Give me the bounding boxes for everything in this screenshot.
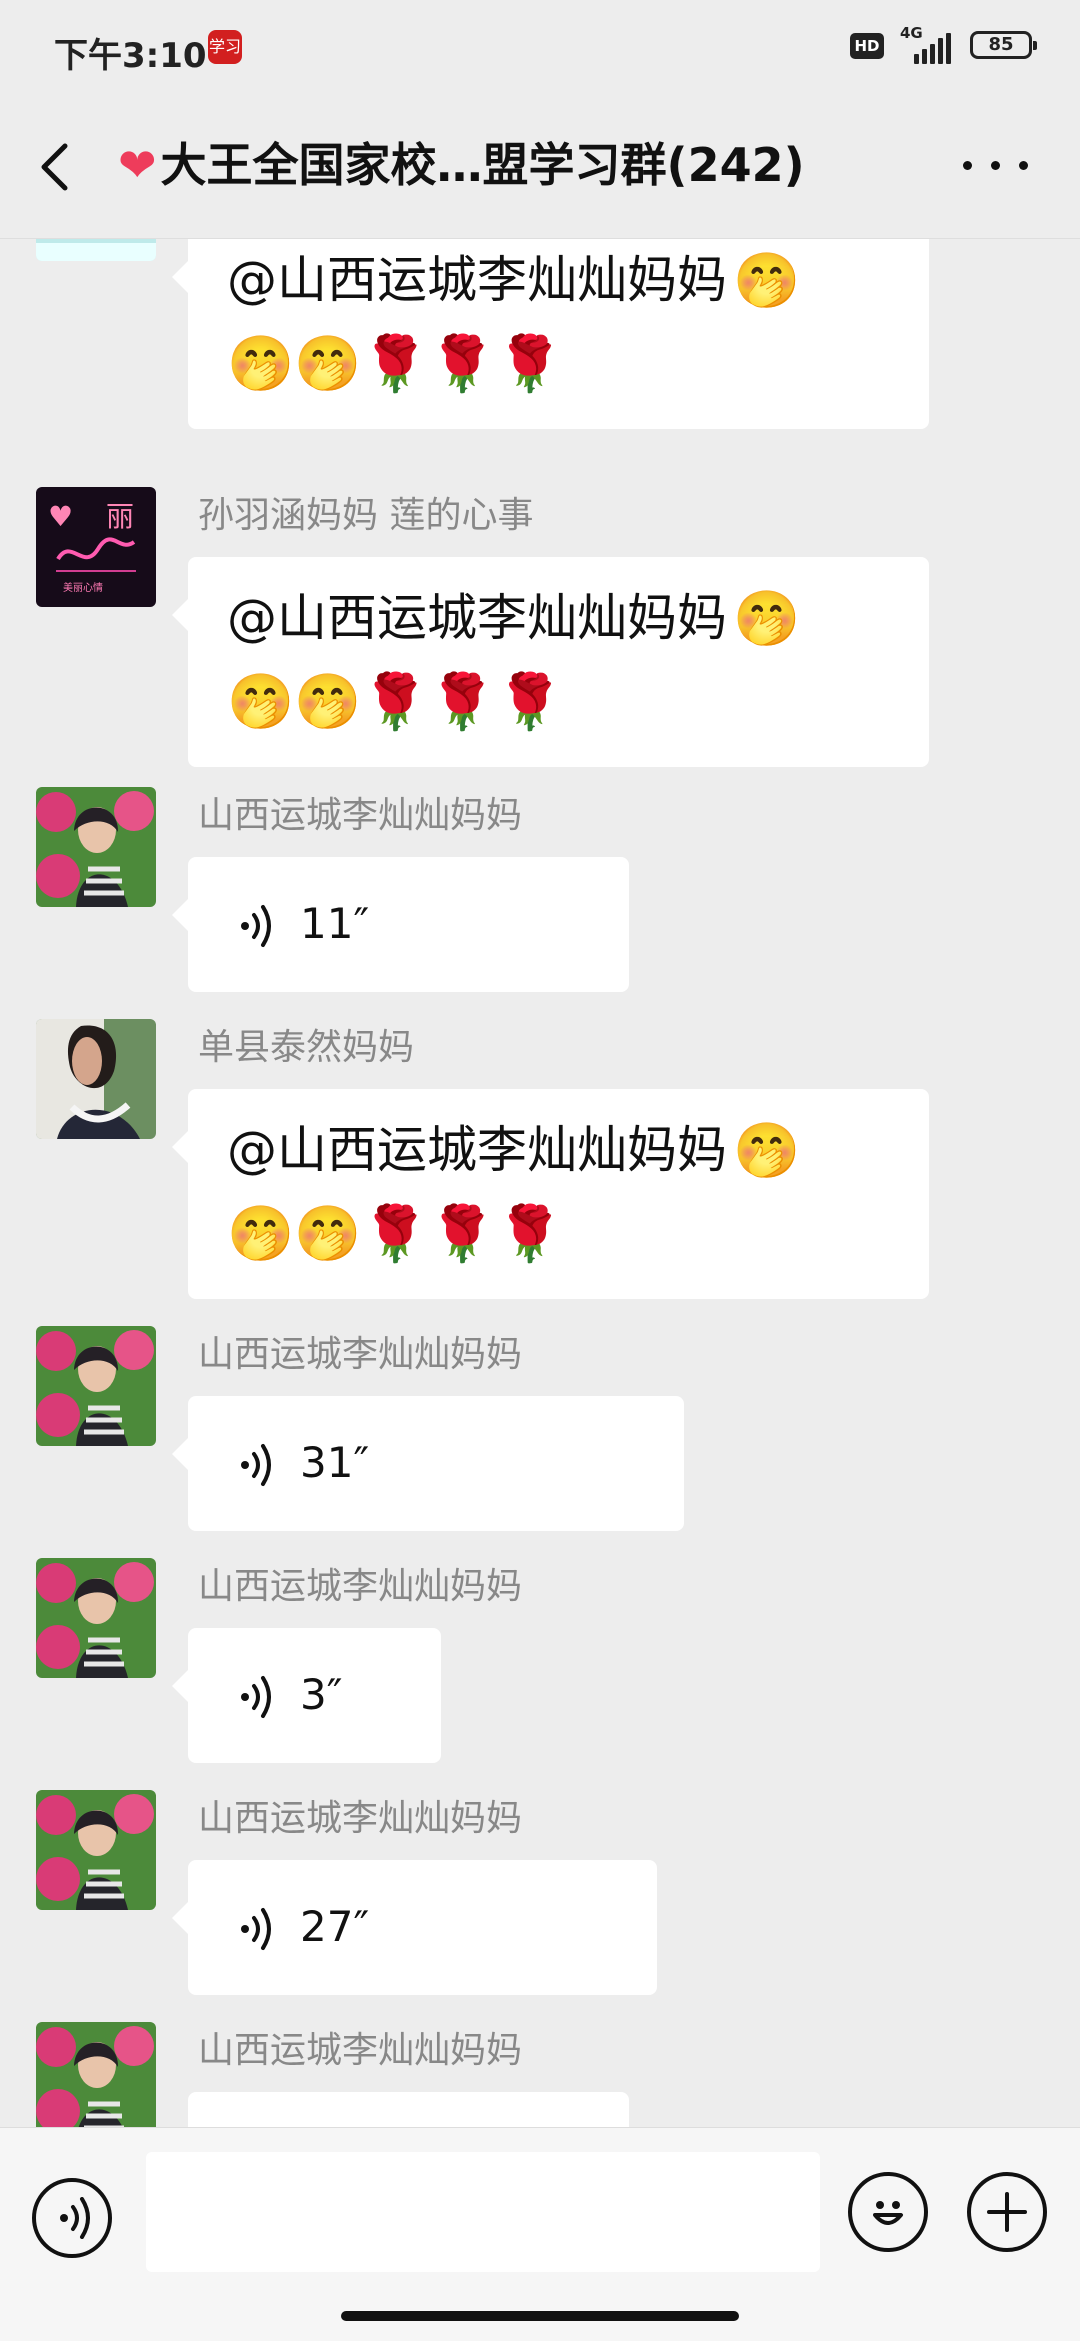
profile-woman-avatar[interactable] [36, 1019, 156, 1139]
voice-wave-icon [241, 905, 271, 947]
text-message-bubble[interactable]: @山西运城李灿灿妈妈 🤭 🤭🤭🌹🌹🌹 [172, 1089, 929, 1299]
chat-title[interactable]: ❤大王全国家校…盟学习群(242) [118, 134, 968, 196]
voice-message-bubble[interactable]: 27″ [172, 1860, 657, 1995]
voice-icon [60, 2197, 90, 2239]
sender-name: 山西运城李灿灿妈妈 [198, 795, 523, 836]
app-notification-badge: 学习 [208, 30, 242, 64]
sender-name: 山西运城李灿灿妈妈 [198, 1798, 523, 1839]
svg-text:美丽心情: 美丽心情 [63, 581, 103, 594]
svg-text:丽: 丽 [106, 500, 134, 533]
voice-wave-icon [241, 1908, 271, 1950]
more-actions-button[interactable] [967, 2172, 1047, 2252]
status-bar: 下午3:10 学习 HD 4G 85 [0, 0, 1080, 96]
voice-message-bubble[interactable]: 3″ [172, 1628, 441, 1763]
voice-wave-icon [241, 1444, 271, 1486]
sender-name: 单县泰然妈妈 [198, 1027, 415, 1068]
voice-input-button[interactable] [32, 2178, 112, 2258]
message-text-input[interactable] [146, 2152, 820, 2272]
voice-message-bubble[interactable] [188, 2092, 629, 2127]
voice-duration: 31″ [300, 1438, 370, 1487]
heart-icon: ❤ [118, 138, 157, 192]
voice-message-bubble[interactable]: 11″ [172, 857, 629, 992]
sender-name: 孙羽涵妈妈 莲的心事 [198, 495, 534, 536]
flower-woman-avatar[interactable] [36, 1558, 156, 1678]
sender-name: 山西运城李灿灿妈妈 [198, 1566, 523, 1607]
more-options-icon[interactable] [963, 154, 1029, 178]
voice-duration: 27″ [300, 1902, 370, 1951]
voice-wave-icon [241, 1676, 271, 1718]
status-time: 下午3:10 [54, 36, 207, 76]
sender-name: 山西运城李灿灿妈妈 [198, 1334, 523, 1375]
voice-message-bubble[interactable]: 31″ [172, 1396, 684, 1531]
signal-icon [914, 30, 956, 64]
flower-woman-avatar[interactable] [36, 2022, 156, 2127]
text-message-bubble[interactable]: @山西运城李灿灿妈妈 🤭 🤭🤭🌹🌹🌹 [172, 239, 929, 429]
emoji-icon [873, 2201, 903, 2225]
home-indicator[interactable] [341, 2311, 739, 2321]
emoji-sequence: 🤭🤭🌹🌹🌹 [227, 332, 564, 395]
text-message-bubble[interactable]: @山西运城李灿灿妈妈 🤭 🤭🤭🌹🌹🌹 [172, 557, 929, 767]
message-input-bar [0, 2127, 1080, 2341]
snowman-avatar[interactable] [36, 239, 156, 261]
sender-name: 山西运城李灿灿妈妈 [198, 2030, 523, 2071]
chat-title-text: 大王全国家校…盟学习群(242) [160, 138, 805, 192]
plus-icon [987, 2192, 1027, 2232]
emoji-button[interactable] [848, 2172, 928, 2252]
emoji-sequence: 🤭 [733, 1119, 801, 1182]
hd-icon: HD [850, 33, 884, 59]
flower-woman-avatar[interactable] [36, 1326, 156, 1446]
chat-message-list[interactable]: @山西运城李灿灿妈妈 🤭 🤭🤭🌹🌹🌹 ♥ 丽 美丽心情 孙羽涵妈妈 莲的心事 @山… [0, 239, 1080, 2127]
chat-title-bar: ❤大王全国家校…盟学习群(242) [0, 96, 1080, 239]
message-text: @山西运城李灿灿妈妈 [227, 589, 727, 647]
emoji-sequence: 🤭 [733, 249, 801, 312]
voice-duration: 3″ [300, 1670, 343, 1719]
voice-duration: 11″ [300, 899, 370, 948]
svg-text:♥: ♥ [48, 500, 73, 533]
emoji-sequence: 🤭🤭🌹🌹🌹 [227, 670, 564, 733]
back-icon[interactable] [34, 141, 80, 193]
battery-icon: 85 [970, 31, 1037, 59]
message-text: @山西运城李灿灿妈妈 [227, 251, 727, 309]
flower-woman-avatar[interactable] [36, 787, 156, 907]
emoji-sequence: 🤭 [733, 587, 801, 650]
neon-li-avatar[interactable]: ♥ 丽 美丽心情 [36, 487, 156, 607]
emoji-sequence: 🤭🤭🌹🌹🌹 [227, 1202, 564, 1265]
message-text: @山西运城李灿灿妈妈 [227, 1121, 727, 1179]
flower-woman-avatar[interactable] [36, 1790, 156, 1910]
